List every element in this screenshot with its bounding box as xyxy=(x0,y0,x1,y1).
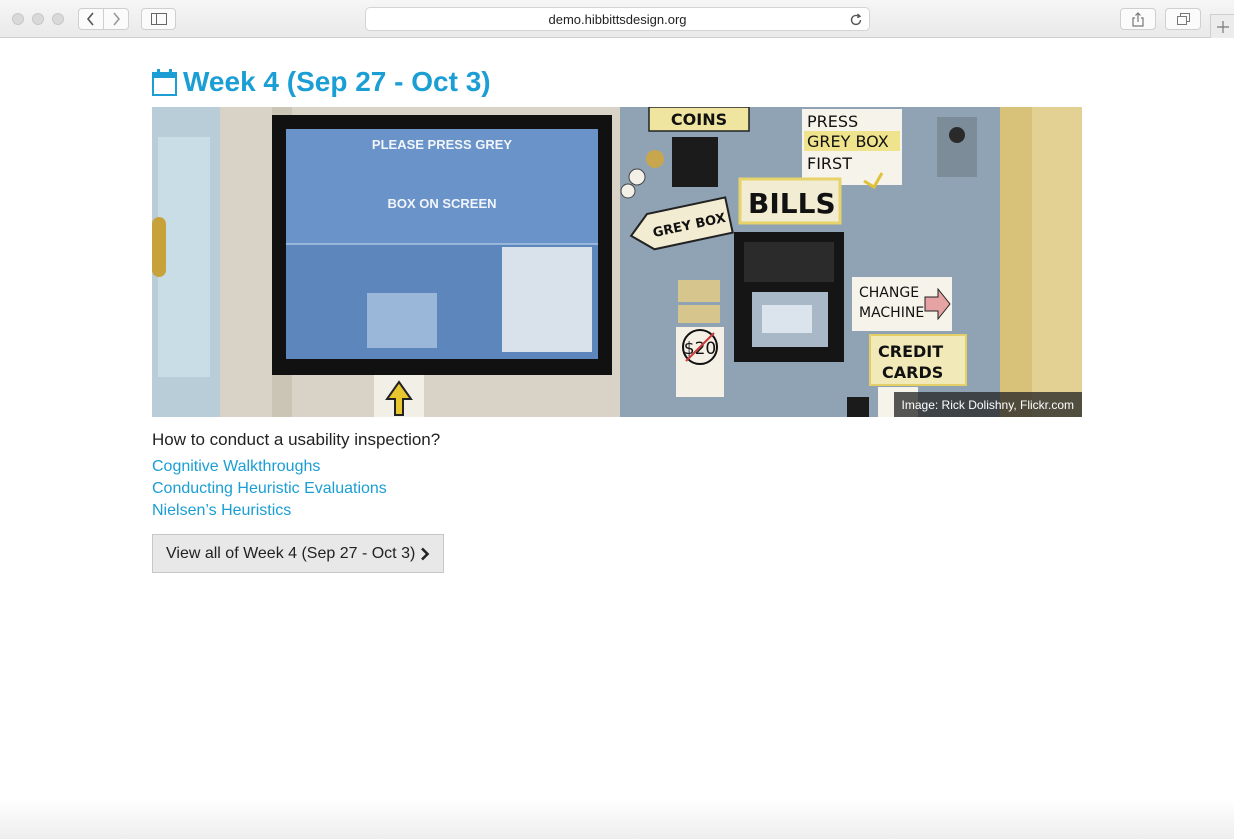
view-all-week-button[interactable]: View all of Week 4 (Sep 27 - Oct 3) xyxy=(152,534,445,573)
change-sign-text: CHANGE xyxy=(859,285,919,301)
url-text: demo.hibbittsdesign.org xyxy=(548,11,687,27)
week-hero-image: PLEASE PRESS GREY BOX ON SCREEN COINS PR… xyxy=(152,107,1082,417)
chevron-right-icon xyxy=(421,547,430,560)
browser-toolbar: demo.hibbittsdesign.org xyxy=(0,0,1234,38)
back-icon xyxy=(86,12,94,26)
week-title-text: Week 4 (Sep 27 - Oct 3) xyxy=(183,66,491,97)
twenty-dollar-text: $20 xyxy=(684,339,716,359)
bills-sign-text: BILLS xyxy=(748,187,836,220)
screen-text-1: PLEASE PRESS GREY xyxy=(372,137,512,152)
close-window-button[interactable] xyxy=(12,13,24,25)
zoom-window-button[interactable] xyxy=(52,13,64,25)
ticket-machine-photo: PLEASE PRESS GREY BOX ON SCREEN COINS PR… xyxy=(152,107,1082,417)
forward-icon xyxy=(113,12,121,26)
week-heading[interactable]: Week 4 (Sep 27 - Oct 3) xyxy=(152,66,1082,98)
image-credit: Image: Rick Dolishny, Flickr.com xyxy=(893,392,1082,417)
topic-question: How to conduct a usability inspection? xyxy=(152,430,441,449)
link-nielsens-heuristics[interactable]: Nielsen’s Heuristics xyxy=(152,500,1082,522)
sidebar-toggle-button[interactable] xyxy=(141,8,176,30)
show-tabs-button[interactable] xyxy=(1165,8,1201,30)
link-heuristic-evaluations[interactable]: Conducting Heuristic Evaluations xyxy=(152,478,1082,500)
back-button[interactable] xyxy=(78,8,104,30)
plus-icon xyxy=(1216,20,1229,33)
share-icon xyxy=(1132,11,1144,27)
calendar-icon xyxy=(152,68,177,96)
first-sign-text: FIRST xyxy=(807,154,852,173)
credit-sign-text: CREDIT xyxy=(878,342,943,361)
tabs-icon xyxy=(1176,13,1190,25)
view-all-label: View all of Week 4 (Sep 27 - Oct 3) xyxy=(166,544,416,562)
topic-links: Cognitive Walkthroughs Conducting Heuris… xyxy=(152,456,1082,522)
machine-sign-text: MACHINE xyxy=(859,305,924,321)
forward-button[interactable] xyxy=(103,8,129,30)
minimize-window-button[interactable] xyxy=(32,13,44,25)
link-cognitive-walkthroughs[interactable]: Cognitive Walkthroughs xyxy=(152,456,1082,478)
week-section: Week 4 (Sep 27 - Oct 3) PLEASE PRESS GRE… xyxy=(152,66,1082,573)
screen-text-2: BOX ON SCREEN xyxy=(387,196,496,211)
page-bottom-shadow xyxy=(0,799,1234,839)
new-tab-button[interactable] xyxy=(1210,14,1234,38)
address-bar[interactable]: demo.hibbittsdesign.org xyxy=(365,7,870,31)
grey-box-sign-text: GREY BOX xyxy=(807,132,889,151)
cards-sign-text: CARDS xyxy=(882,363,943,382)
share-button[interactable] xyxy=(1120,8,1156,30)
sidebar-icon xyxy=(150,13,167,25)
coins-sign-text: COINS xyxy=(671,110,727,129)
reload-icon[interactable] xyxy=(848,12,864,28)
press-sign-text: PRESS xyxy=(807,112,858,131)
